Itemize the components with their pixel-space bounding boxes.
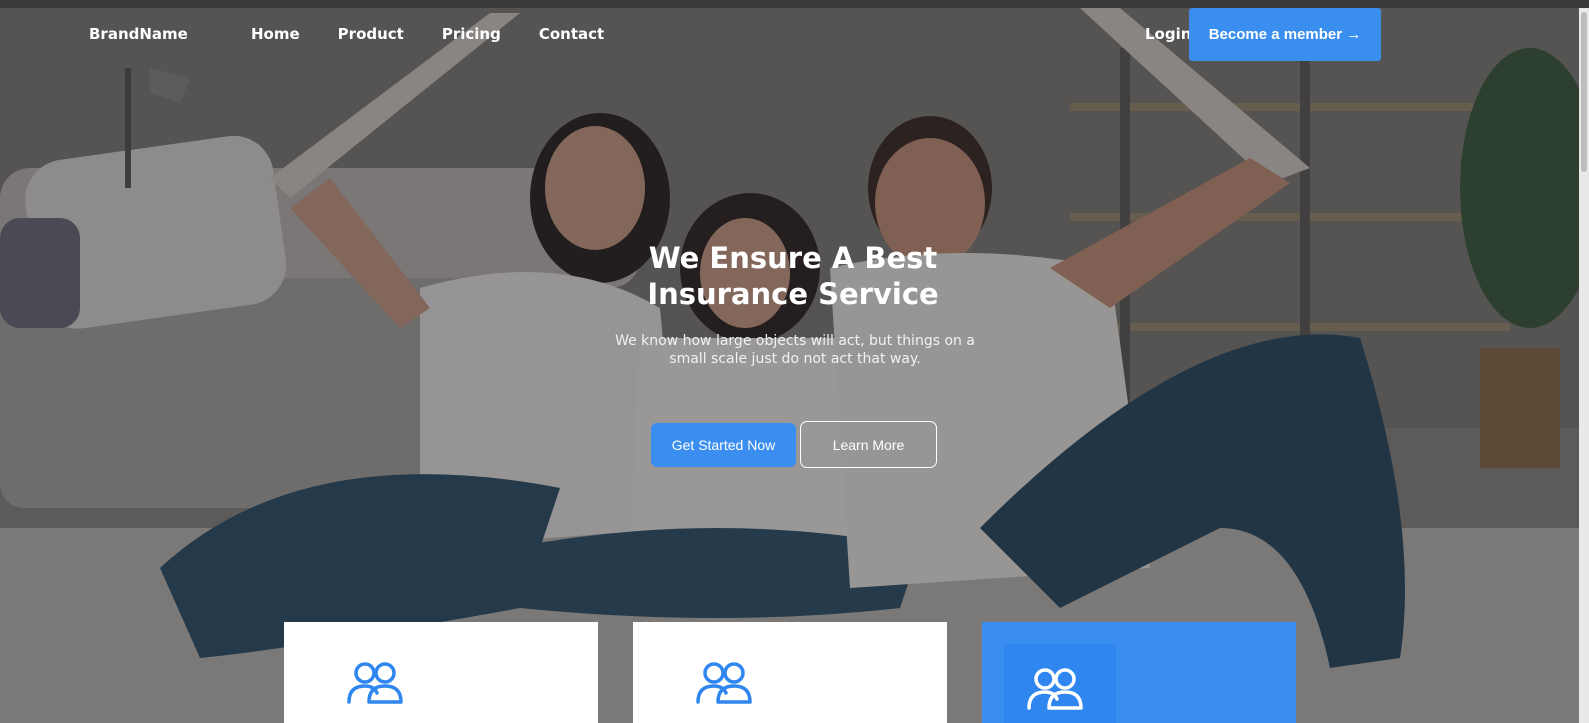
nav-link-contact[interactable]: Contact [539,25,604,43]
nav-link-pricing[interactable]: Pricing [442,25,501,43]
feature-card-3[interactable] [982,622,1296,723]
get-started-button[interactable]: Get Started Now [651,423,796,467]
become-member-button[interactable]: Become a member → [1189,8,1381,61]
hero-subtitle-line-1: We know how large objects will act, but … [615,333,975,349]
learn-more-button[interactable]: Learn More [800,421,937,468]
feature-card-1[interactable] [284,622,598,723]
hero-title: We Ensure A Best Insurance Service [593,240,993,312]
window-top-border [0,0,1589,8]
users-icon [1004,644,1116,723]
hero-subtitle-line-2: small scale just do not act that way. [669,351,921,367]
login-link[interactable]: Login [1145,25,1191,43]
feature-card-2[interactable] [633,622,947,723]
scrollbar-thumb[interactable] [1581,12,1587,172]
top-navbar: BrandName Home Product Pricing Contact L… [0,8,1579,68]
brand-logo[interactable]: BrandName [89,25,188,43]
hero-subtitle: We know how large objects will act, but … [600,332,990,368]
vertical-scrollbar[interactable] [1579,8,1589,723]
users-icon [346,660,406,710]
hero-section: BrandName Home Product Pricing Contact L… [0,8,1579,723]
nav-links: Home Product Pricing Contact [251,25,604,43]
nav-link-product[interactable]: Product [338,25,404,43]
nav-link-home[interactable]: Home [251,25,300,43]
users-icon [695,660,755,710]
hero-title-line-2: Insurance Service [647,277,939,311]
hero-title-line-1: We Ensure A Best [648,241,938,275]
